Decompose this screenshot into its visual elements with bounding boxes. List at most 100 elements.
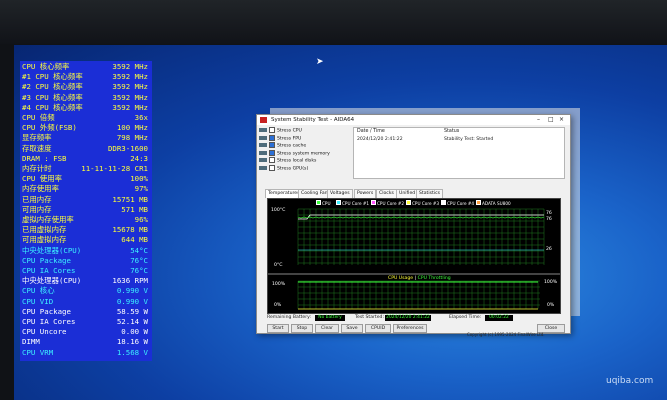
stress-option[interactable]: Stress cache xyxy=(259,142,306,149)
osd-label: #4 CPU 核心频率 xyxy=(22,102,83,112)
minimize-button[interactable]: – xyxy=(537,115,540,125)
option-checkbox[interactable] xyxy=(269,127,275,133)
legend-checkbox[interactable] xyxy=(476,200,481,205)
legend-item[interactable]: CPU Core #3 xyxy=(406,200,439,207)
legend-checkbox[interactable] xyxy=(316,200,321,205)
save-button[interactable]: Save xyxy=(341,324,363,333)
osd-value: 96% xyxy=(134,215,148,224)
legend-item[interactable]: CPU Core #1 xyxy=(336,200,369,207)
osd-value: DDR3-1600 xyxy=(107,143,148,153)
legend-checkbox[interactable] xyxy=(406,200,411,205)
monitor-top-edge xyxy=(0,0,667,44)
osd-row: DIMM 18.16 W xyxy=(20,337,152,347)
legend-checkbox[interactable] xyxy=(336,200,341,205)
option-label: Stress local disks xyxy=(277,158,317,164)
option-label: Stress system memory xyxy=(277,151,330,156)
osd-row: #4 CPU 核心频率 3592 MHz xyxy=(20,103,152,113)
legend-checkbox[interactable] xyxy=(371,200,376,205)
osd-row: 中央处理器(CPU) 54°C xyxy=(20,246,152,256)
osd-value: 3592 MHz xyxy=(112,72,148,82)
option-label: Stress FPU xyxy=(277,136,302,141)
osd-label: 内存使用率 xyxy=(22,184,59,194)
elapsed-time-label: Elapsed Time: xyxy=(449,315,482,320)
osd-label: CPU 外频(FSB) xyxy=(22,123,77,133)
legend-label: CPU Core #3 xyxy=(412,201,440,206)
osd-value: 798 MHz xyxy=(116,133,148,143)
osd-row: #1 CPU 核心频率 3592 MHz xyxy=(20,72,152,82)
osd-label: CPU VRM xyxy=(22,347,54,357)
window-title: System Stability Test - AIDA64 xyxy=(271,117,355,123)
legend-item[interactable]: ADATA SU800 xyxy=(476,200,511,207)
legend-label: ADATA SU800 xyxy=(482,201,511,206)
aida64-osd-panel: CPU 核心频率 3592 MHz #1 CPU 核心频率 3592 MHz #2 CP… xyxy=(20,61,152,361)
option-checkbox[interactable] xyxy=(269,142,275,148)
osd-value: 36x xyxy=(134,113,148,122)
cpu-usage-graph: CPU Usage | CPU Throttling 100% 0% 100% … xyxy=(267,274,561,314)
osd-row: 可用内存 571 MB xyxy=(20,205,152,215)
hardware-icon xyxy=(259,143,267,147)
elapsed-time-value: 00:02:22 xyxy=(485,315,513,321)
stress-option[interactable]: Stress local disks xyxy=(259,157,316,164)
osd-value: 100% xyxy=(130,174,148,184)
stress-option[interactable]: Stress GPU(s) xyxy=(259,164,308,172)
tab-temperatures[interactable]: Temperatures xyxy=(265,189,303,198)
osd-value: 15678 MB xyxy=(112,225,148,235)
option-checkbox[interactable] xyxy=(269,157,275,163)
tab-unified[interactable]: Unified xyxy=(396,189,419,198)
stress-option[interactable]: Stress FPU xyxy=(259,134,302,142)
legend-checkbox[interactable] xyxy=(441,200,446,205)
osd-row: #3 CPU 核心频率 3592 MHz xyxy=(20,93,152,103)
osd-label: 显存频率 xyxy=(22,133,52,143)
osd-label: 虚拟内存使用率 xyxy=(22,215,74,224)
preferences-button[interactable]: Preferences xyxy=(393,324,427,333)
temp-right-label-2: 76 xyxy=(546,217,552,222)
osd-row: CPU IA Cores 76°C xyxy=(20,266,152,276)
mouse-cursor-icon: ➤ xyxy=(316,57,324,67)
osd-value: 0.990 V xyxy=(116,296,148,306)
osd-row: CPU 核心 0.990 V xyxy=(20,286,152,296)
osd-label: 可用虚拟内存 xyxy=(22,235,67,245)
hardware-icon xyxy=(259,128,267,132)
osd-value: 76°C xyxy=(130,255,148,265)
temp-right-label-3: 26 xyxy=(546,247,552,252)
clear-button[interactable]: Clear xyxy=(315,324,339,333)
start-button[interactable]: Start xyxy=(267,324,289,333)
stress-option[interactable]: Stress CPU xyxy=(259,127,302,134)
tab-statistics[interactable]: Statistics xyxy=(416,189,443,198)
osd-value: 11-11-11-28 CR1 xyxy=(81,164,148,173)
usage-right-top-label: 100% xyxy=(544,280,558,285)
date-time-value: 2024/12/20 2:41:22 xyxy=(357,137,403,142)
option-checkbox[interactable] xyxy=(269,149,275,156)
legend-item[interactable]: CPU Core #2 xyxy=(371,200,404,207)
window-titlebar[interactable]: System Stability Test - AIDA64 – □ × xyxy=(257,115,570,125)
watermark-text: uqiba.com xyxy=(606,376,654,386)
tab-voltages[interactable]: Voltages xyxy=(327,189,353,198)
legend-item[interactable]: CPU Core #4 xyxy=(441,200,474,207)
status-value: Stability Test: Started xyxy=(444,137,494,142)
osd-value: 100 MHz xyxy=(116,123,148,133)
option-checkbox[interactable] xyxy=(269,164,275,171)
tab-powers[interactable]: Powers xyxy=(354,189,377,198)
legend-label: CPU Core #2 xyxy=(377,201,405,206)
cpuid-button[interactable]: CPUID xyxy=(365,324,391,333)
osd-value: 58.59 W xyxy=(116,306,148,316)
cpu-usage-title: CPU Usage xyxy=(388,276,414,281)
legend-item[interactable]: CPU xyxy=(316,200,331,207)
option-label: Stress cache xyxy=(277,143,307,149)
close-window-button[interactable]: × xyxy=(559,115,564,125)
graph-tabs: Temperatures Cooling Fans Voltages Powers Cl… xyxy=(265,189,565,198)
stability-test-window[interactable]: System Stability Test - AIDA64 – □ × Str… xyxy=(256,114,571,337)
maximize-button[interactable]: □ xyxy=(548,115,554,125)
stress-options: Stress CPU Stress FPU Stress cache Stress s… xyxy=(259,127,339,187)
osd-label: CPU 核心频率 xyxy=(22,62,70,71)
osd-row: CPU Package 76°C xyxy=(20,256,152,266)
osd-value: 571 MB xyxy=(121,204,148,214)
copyright-text: Copyright (c) 1995-2024 FinalWire Ltd. xyxy=(467,332,545,337)
stress-option[interactable]: Stress system memory xyxy=(259,149,330,157)
stop-button[interactable]: Stop xyxy=(291,324,313,333)
tab-clocks[interactable]: Clocks xyxy=(376,189,397,198)
usage-right-bottom-label: 0% xyxy=(547,303,555,308)
osd-row: 可用虚拟内存 644 MB xyxy=(20,235,152,245)
option-checkbox[interactable] xyxy=(269,134,275,141)
osd-row: 虚拟内存使用率 96% xyxy=(20,215,152,225)
